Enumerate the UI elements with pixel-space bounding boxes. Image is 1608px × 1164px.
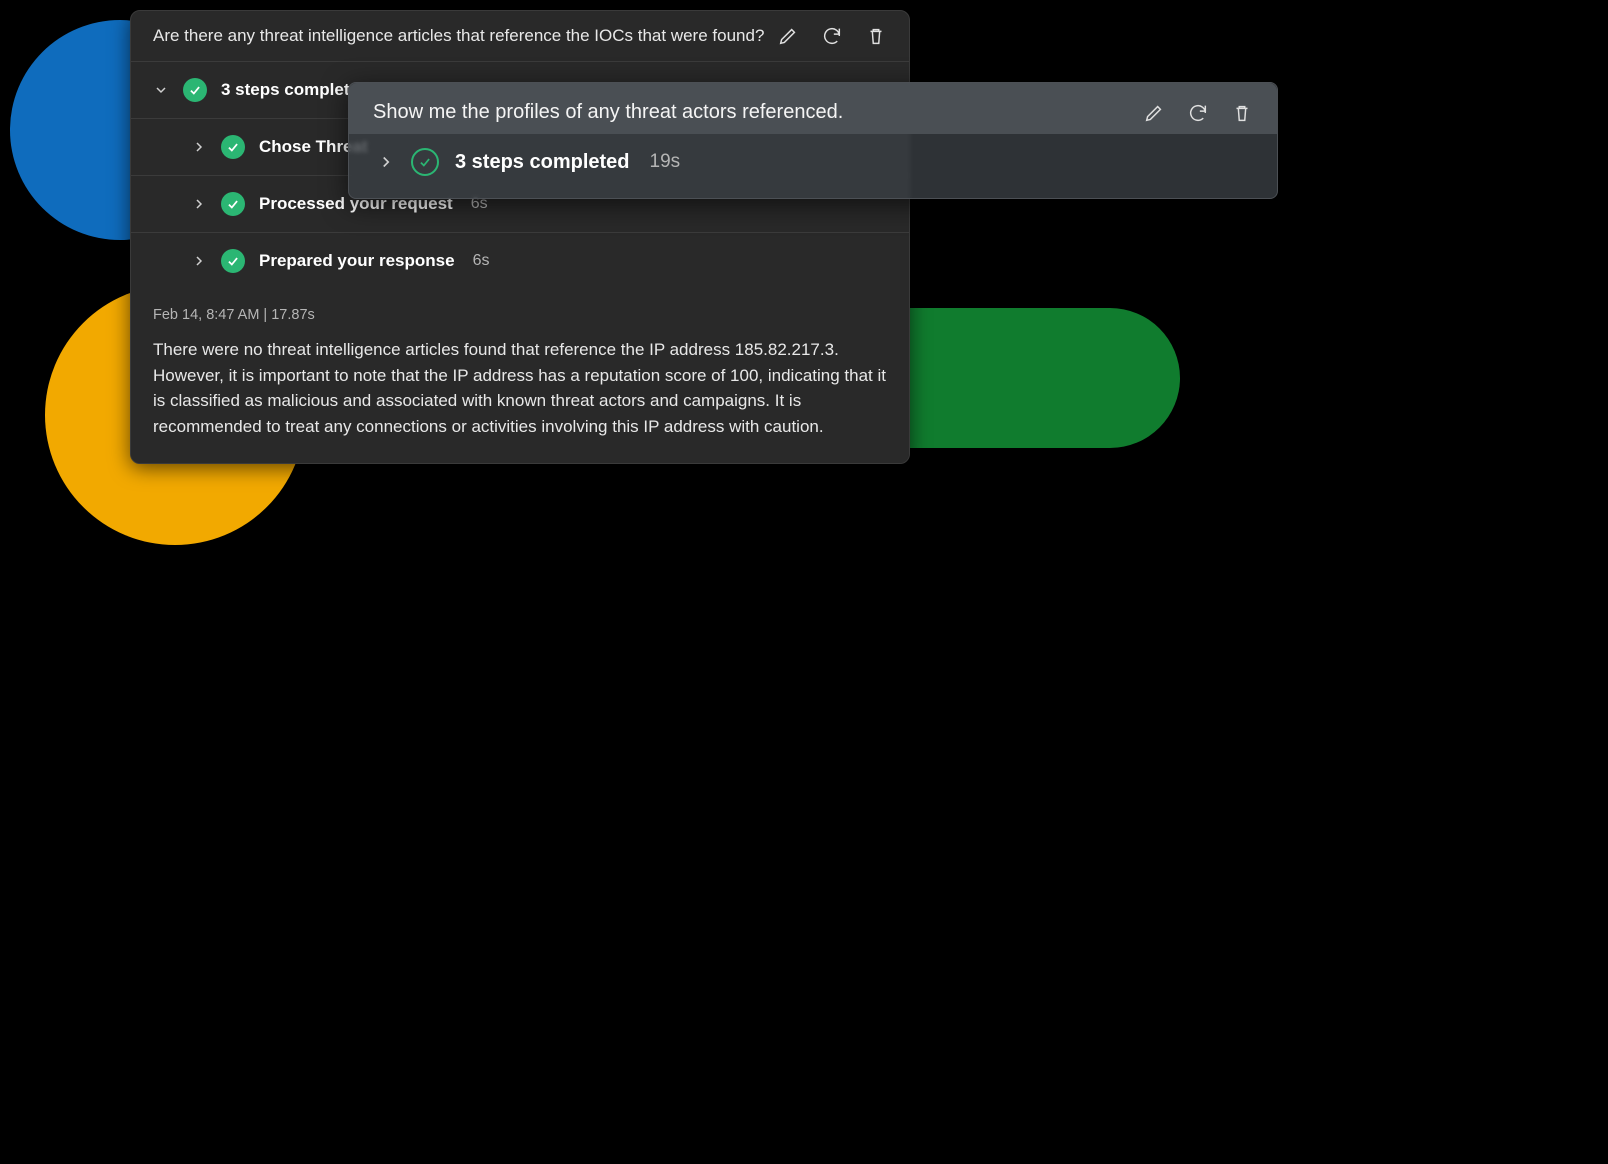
response-block: Feb 14, 8:47 AM | 17.87s There were no t… — [131, 289, 909, 463]
chevron-right-icon — [191, 139, 207, 155]
popup-status-time: 19s — [650, 151, 681, 173]
trash-icon[interactable] — [1231, 102, 1253, 124]
edit-icon[interactable] — [1143, 102, 1165, 124]
chevron-right-icon — [191, 253, 207, 269]
prompt-text: Are there any threat intelligence articl… — [153, 26, 764, 46]
chat-card: Are there any threat intelligence articl… — [130, 10, 910, 464]
step-row[interactable]: Prepared your response 6s — [131, 232, 909, 289]
step-time: 6s — [473, 252, 490, 270]
check-icon — [411, 148, 439, 176]
popup-status-label: 3 steps completed — [455, 151, 630, 174]
card-header-actions — [777, 25, 887, 47]
response-text: There were no threat intelligence articl… — [153, 337, 887, 439]
check-icon — [221, 192, 245, 216]
card-header: Are there any threat intelligence articl… — [131, 11, 909, 61]
chevron-right-icon — [191, 196, 207, 212]
check-icon — [183, 78, 207, 102]
popup-status-row[interactable]: 3 steps completed 19s — [349, 134, 1277, 198]
chevron-down-icon — [153, 82, 169, 98]
popup-card: Show me the profiles of any threat actor… — [348, 82, 1278, 199]
refresh-icon[interactable] — [821, 25, 843, 47]
step-label: Prepared your response — [259, 251, 455, 271]
check-icon — [221, 135, 245, 159]
check-icon — [221, 249, 245, 273]
popup-header-actions — [1143, 102, 1253, 124]
edit-icon[interactable] — [777, 25, 799, 47]
popup-header: Show me the profiles of any threat actor… — [349, 83, 1277, 134]
refresh-icon[interactable] — [1187, 102, 1209, 124]
popup-prompt-text: Show me the profiles of any threat actor… — [373, 101, 843, 124]
trash-icon[interactable] — [865, 25, 887, 47]
chevron-right-icon — [377, 153, 395, 171]
response-timestamp: Feb 14, 8:47 AM | 17.87s — [153, 307, 887, 323]
